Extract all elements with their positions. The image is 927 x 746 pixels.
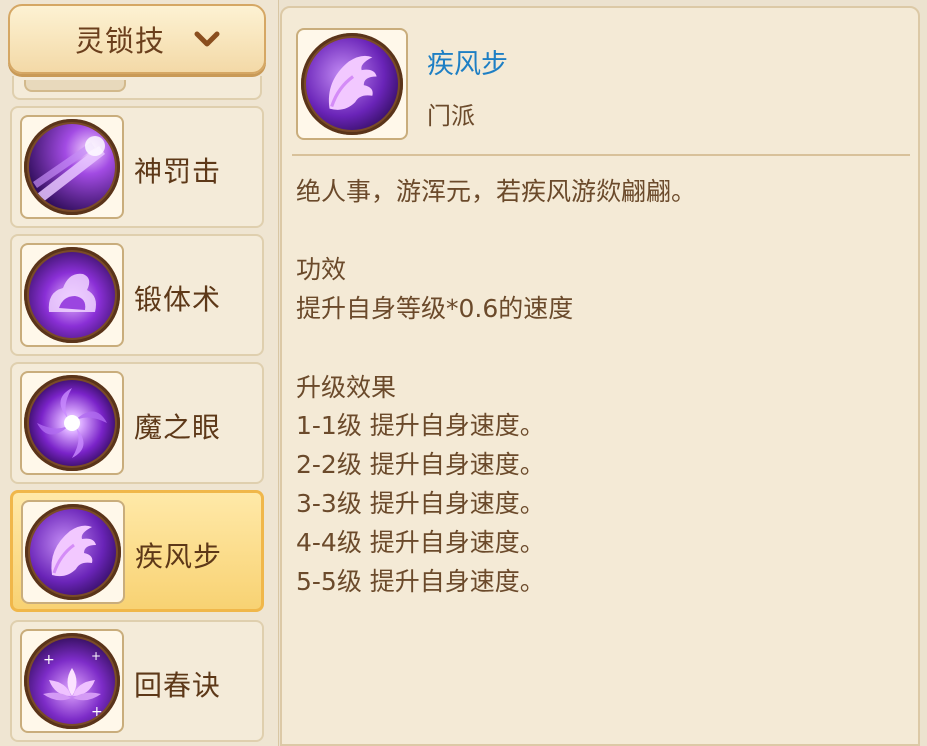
skill-category-dropdown[interactable]: 灵锁技 xyxy=(8,4,266,74)
svg-text:+: + xyxy=(91,649,101,663)
skill-item-label: 神罚击 xyxy=(134,155,222,188)
skill-item-gale-step[interactable]: 疾风步 xyxy=(10,490,264,612)
skill-icon-frame xyxy=(20,115,124,219)
skill-detail-panel: 疾风步 门派 绝人事，游浑元，若疾风游欻翩翩。 功效 提升自身等级*0.6的速度… xyxy=(280,6,920,746)
upgrade-item: 5-5级 提升自身速度。 xyxy=(296,567,545,596)
svg-text:+: + xyxy=(91,704,103,720)
skill-icon-frame xyxy=(20,243,124,347)
skill-item-rejuvenation[interactable]: + + + 回春诀 xyxy=(10,620,264,742)
skill-list[interactable]: 神罚击 锻体术 魔之眼 疾风步 + + + 回春诀 xyxy=(0,0,278,746)
svg-text:+: + xyxy=(43,652,55,668)
detail-skill-name: 疾风步 xyxy=(427,49,508,80)
divine-strike-icon xyxy=(29,124,115,210)
skill-item-label: 回春诀 xyxy=(134,669,222,702)
upgrade-item: 3-3级 提升自身速度。 xyxy=(296,489,545,518)
effect-heading: 功效 xyxy=(296,255,347,284)
skill-item-divine-strike[interactable]: 神罚击 xyxy=(10,106,264,228)
skill-flavor-text: 绝人事，游浑元，若疾风游欻翩翩。 xyxy=(296,177,697,206)
divider xyxy=(292,154,910,156)
chevron-down-icon xyxy=(194,31,220,47)
skill-item-label: 疾风步 xyxy=(135,540,223,573)
detail-skill-icon-frame xyxy=(296,28,408,140)
upgrade-heading: 升级效果 xyxy=(296,373,397,402)
effect-text: 提升自身等级*0.6的速度 xyxy=(296,294,574,323)
wing-icon xyxy=(306,38,398,130)
list-item-partial xyxy=(12,76,262,100)
skill-icon-frame: + + + xyxy=(20,629,124,733)
upgrade-item: 1-1级 提升自身速度。 xyxy=(296,411,545,440)
upgrade-list: 1-1级 提升自身速度。 2-2级 提升自身速度。 3-3级 提升自身速度。 4… xyxy=(296,406,545,601)
wing-icon xyxy=(30,509,116,595)
upgrade-item: 2-2级 提升自身速度。 xyxy=(296,450,545,479)
body-forging-icon xyxy=(29,252,115,338)
skill-item-label: 锻体术 xyxy=(134,283,222,316)
skill-icon-frame xyxy=(21,500,125,604)
lotus-heal-icon: + + + xyxy=(29,638,115,724)
demon-eye-icon xyxy=(29,380,115,466)
detail-skill-type: 门派 xyxy=(427,102,475,130)
skill-item-body-forging[interactable]: 锻体术 xyxy=(10,234,264,356)
dropdown-label: 灵锁技 xyxy=(74,24,165,58)
upgrade-item: 4-4级 提升自身速度。 xyxy=(296,528,545,557)
skill-item-demon-eye[interactable]: 魔之眼 xyxy=(10,362,264,484)
skill-item-label: 魔之眼 xyxy=(134,411,222,444)
skill-icon-frame xyxy=(20,371,124,475)
skill-sidebar: 神罚击 锻体术 魔之眼 疾风步 + + + 回春诀 灵锁技 xyxy=(0,0,279,746)
